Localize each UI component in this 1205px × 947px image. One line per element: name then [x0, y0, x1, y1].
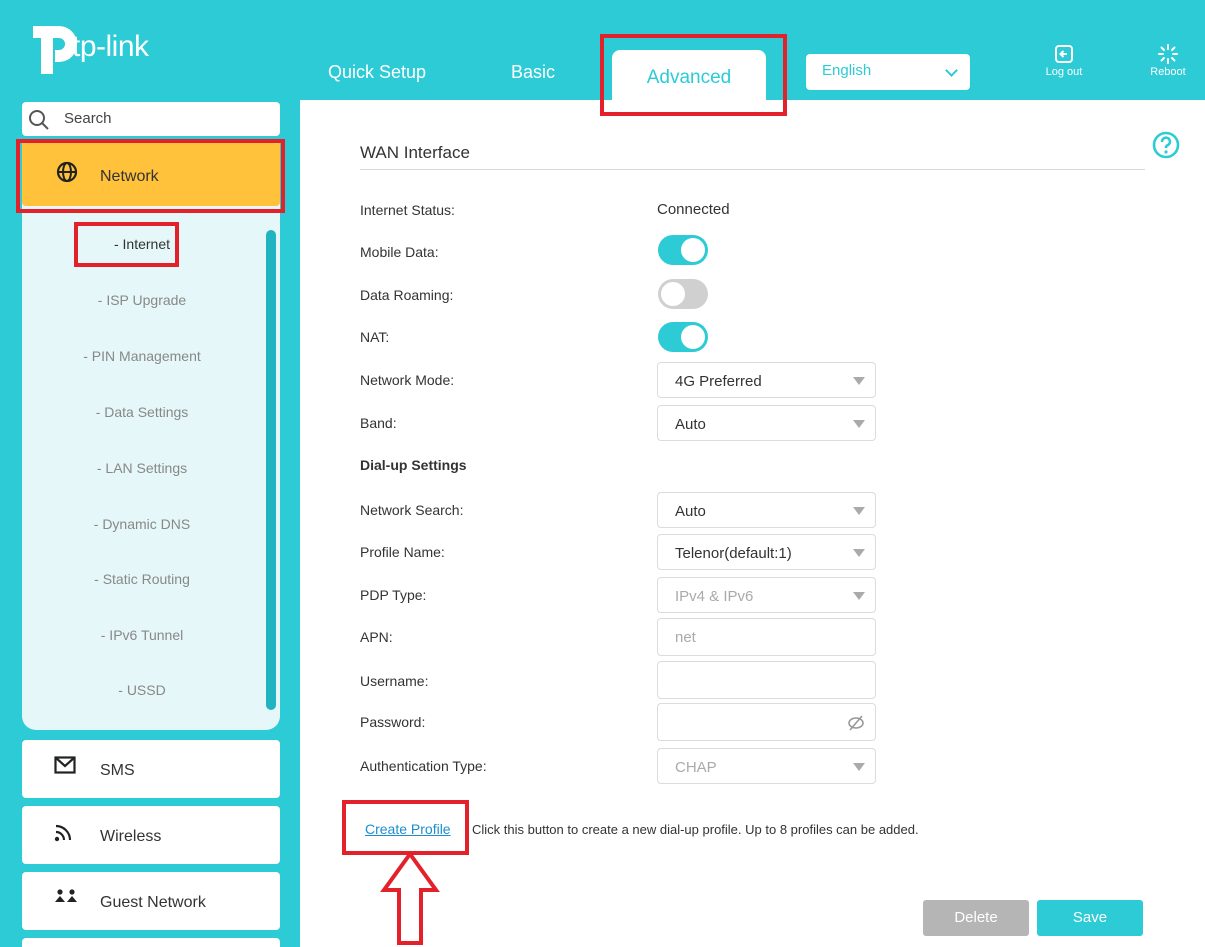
sidebar-item-guest-network[interactable]: Guest Network [22, 872, 280, 930]
globe-icon [56, 161, 78, 183]
authentication-type-label: Authentication Type: [360, 758, 487, 774]
apn-label: APN: [360, 629, 393, 645]
search-input[interactable]: Search [22, 102, 280, 136]
profile-name-value: Telenor(default:1) [675, 545, 792, 562]
network-mode-label: Network Mode: [360, 372, 455, 388]
sidebar-subitem-ussd[interactable]: - USSD [22, 682, 262, 698]
network-menu-panel: Network - Internet - ISP Upgrade - PIN M… [22, 140, 280, 730]
sidebar-subitem-pin-management[interactable]: - PIN Management [22, 348, 262, 364]
annotation-arrow-up-icon [380, 850, 440, 945]
wireless-icon [54, 824, 72, 842]
internet-status-label: Internet Status: [360, 202, 455, 218]
apn-value: net [675, 629, 696, 646]
sidebar-subitem-ipv6-tunnel[interactable]: - IPv6 Tunnel [22, 627, 262, 643]
band-label: Band: [360, 415, 397, 431]
eye-hidden-icon[interactable] [847, 714, 865, 732]
data-roaming-toggle[interactable] [658, 279, 708, 309]
sidebar-item-network[interactable]: Network [22, 140, 280, 206]
data-roaming-label: Data Roaming: [360, 287, 454, 303]
envelope-icon [54, 756, 76, 774]
network-search-value: Auto [675, 503, 706, 520]
username-input[interactable] [657, 661, 876, 699]
caret-down-icon [853, 549, 865, 557]
search-placeholder: Search [64, 110, 112, 127]
logout-icon [1055, 45, 1073, 63]
band-select[interactable]: Auto [657, 405, 876, 441]
guest-users-icon [55, 889, 77, 902]
sidebar-subitem-data-settings[interactable]: - Data Settings [22, 404, 262, 420]
sidebar-item-next[interactable] [22, 938, 280, 947]
delete-button[interactable]: Delete [923, 900, 1029, 936]
band-value: Auto [675, 416, 706, 433]
tab-quick-setup[interactable]: Quick Setup [328, 62, 426, 83]
mobile-data-toggle[interactable] [658, 235, 708, 265]
chevron-down-icon [945, 64, 958, 77]
sidebar-item-label: Network [100, 168, 159, 185]
internet-status-value: Connected [657, 201, 730, 218]
username-label: Username: [360, 673, 429, 689]
logout-button[interactable]: Log out [1034, 44, 1094, 78]
create-profile-link[interactable]: Create Profile [365, 821, 451, 837]
toggle-knob [681, 325, 705, 349]
pdp-type-value: IPv4 & IPv6 [675, 588, 754, 605]
sidebar-subitem-dynamic-dns[interactable]: - Dynamic DNS [22, 516, 262, 532]
sidebar-subitem-static-routing[interactable]: - Static Routing [22, 571, 262, 587]
pdp-type-label: PDP Type: [360, 587, 427, 603]
network-search-label: Network Search: [360, 502, 464, 518]
sidebar-subitem-internet[interactable]: - Internet [22, 236, 262, 252]
password-label: Password: [360, 714, 426, 730]
network-mode-value: 4G Preferred [675, 373, 762, 390]
create-profile-hint: Click this button to create a new dial-u… [472, 822, 919, 837]
sidebar-item-label: Wireless [100, 828, 162, 845]
pdp-type-select[interactable]: IPv4 & IPv6 [657, 577, 876, 613]
sidebar-item-label: Guest Network [100, 894, 206, 911]
caret-down-icon [853, 763, 865, 771]
logout-label: Log out [1045, 66, 1083, 78]
authentication-type-select[interactable]: CHAP [657, 748, 876, 784]
reboot-button[interactable]: Reboot [1138, 44, 1198, 78]
reboot-icon [1158, 44, 1178, 64]
tab-advanced[interactable]: Advanced [612, 50, 766, 102]
language-select[interactable]: English [806, 54, 970, 90]
caret-down-icon [853, 507, 865, 515]
language-value: English [822, 62, 872, 79]
save-button[interactable]: Save [1037, 900, 1143, 936]
reboot-label: Reboot [1150, 66, 1186, 78]
caret-down-icon [853, 377, 865, 385]
toggle-knob [681, 238, 705, 262]
sidebar-item-label: SMS [100, 762, 135, 779]
mobile-data-label: Mobile Data: [360, 244, 439, 260]
sidebar-subitem-lan-settings[interactable]: - LAN Settings [22, 460, 262, 476]
caret-down-icon [853, 420, 865, 428]
sidebar: Search Network - Internet - ISP Upgrade … [22, 100, 282, 947]
network-search-select[interactable]: Auto [657, 492, 876, 528]
password-input[interactable] [657, 703, 876, 741]
profile-name-label: Profile Name: [360, 544, 445, 560]
profile-name-select[interactable]: Telenor(default:1) [657, 534, 876, 570]
caret-down-icon [853, 592, 865, 600]
toggle-knob [661, 282, 685, 306]
sidebar-item-wireless[interactable]: Wireless [22, 806, 280, 864]
tab-basic[interactable]: Basic [511, 62, 555, 83]
nat-label: NAT: [360, 329, 390, 345]
sidebar-item-sms[interactable]: SMS [22, 740, 280, 798]
dialup-settings-heading: Dial-up Settings [360, 457, 467, 473]
sidebar-scrollbar[interactable] [266, 230, 276, 710]
authentication-type-value: CHAP [675, 759, 717, 776]
page-title: WAN Interface [360, 143, 470, 162]
sidebar-subitem-isp-upgrade[interactable]: - ISP Upgrade [22, 292, 262, 308]
help-icon[interactable] [1151, 130, 1181, 160]
main-content: WAN Interface Internet Status: Connected… [300, 100, 1205, 947]
nat-toggle[interactable] [658, 322, 708, 352]
network-mode-select[interactable]: 4G Preferred [657, 362, 876, 398]
divider [360, 169, 1145, 170]
brand-name: tp-link [72, 30, 149, 63]
search-icon [29, 110, 49, 130]
apn-input[interactable]: net [657, 618, 876, 656]
